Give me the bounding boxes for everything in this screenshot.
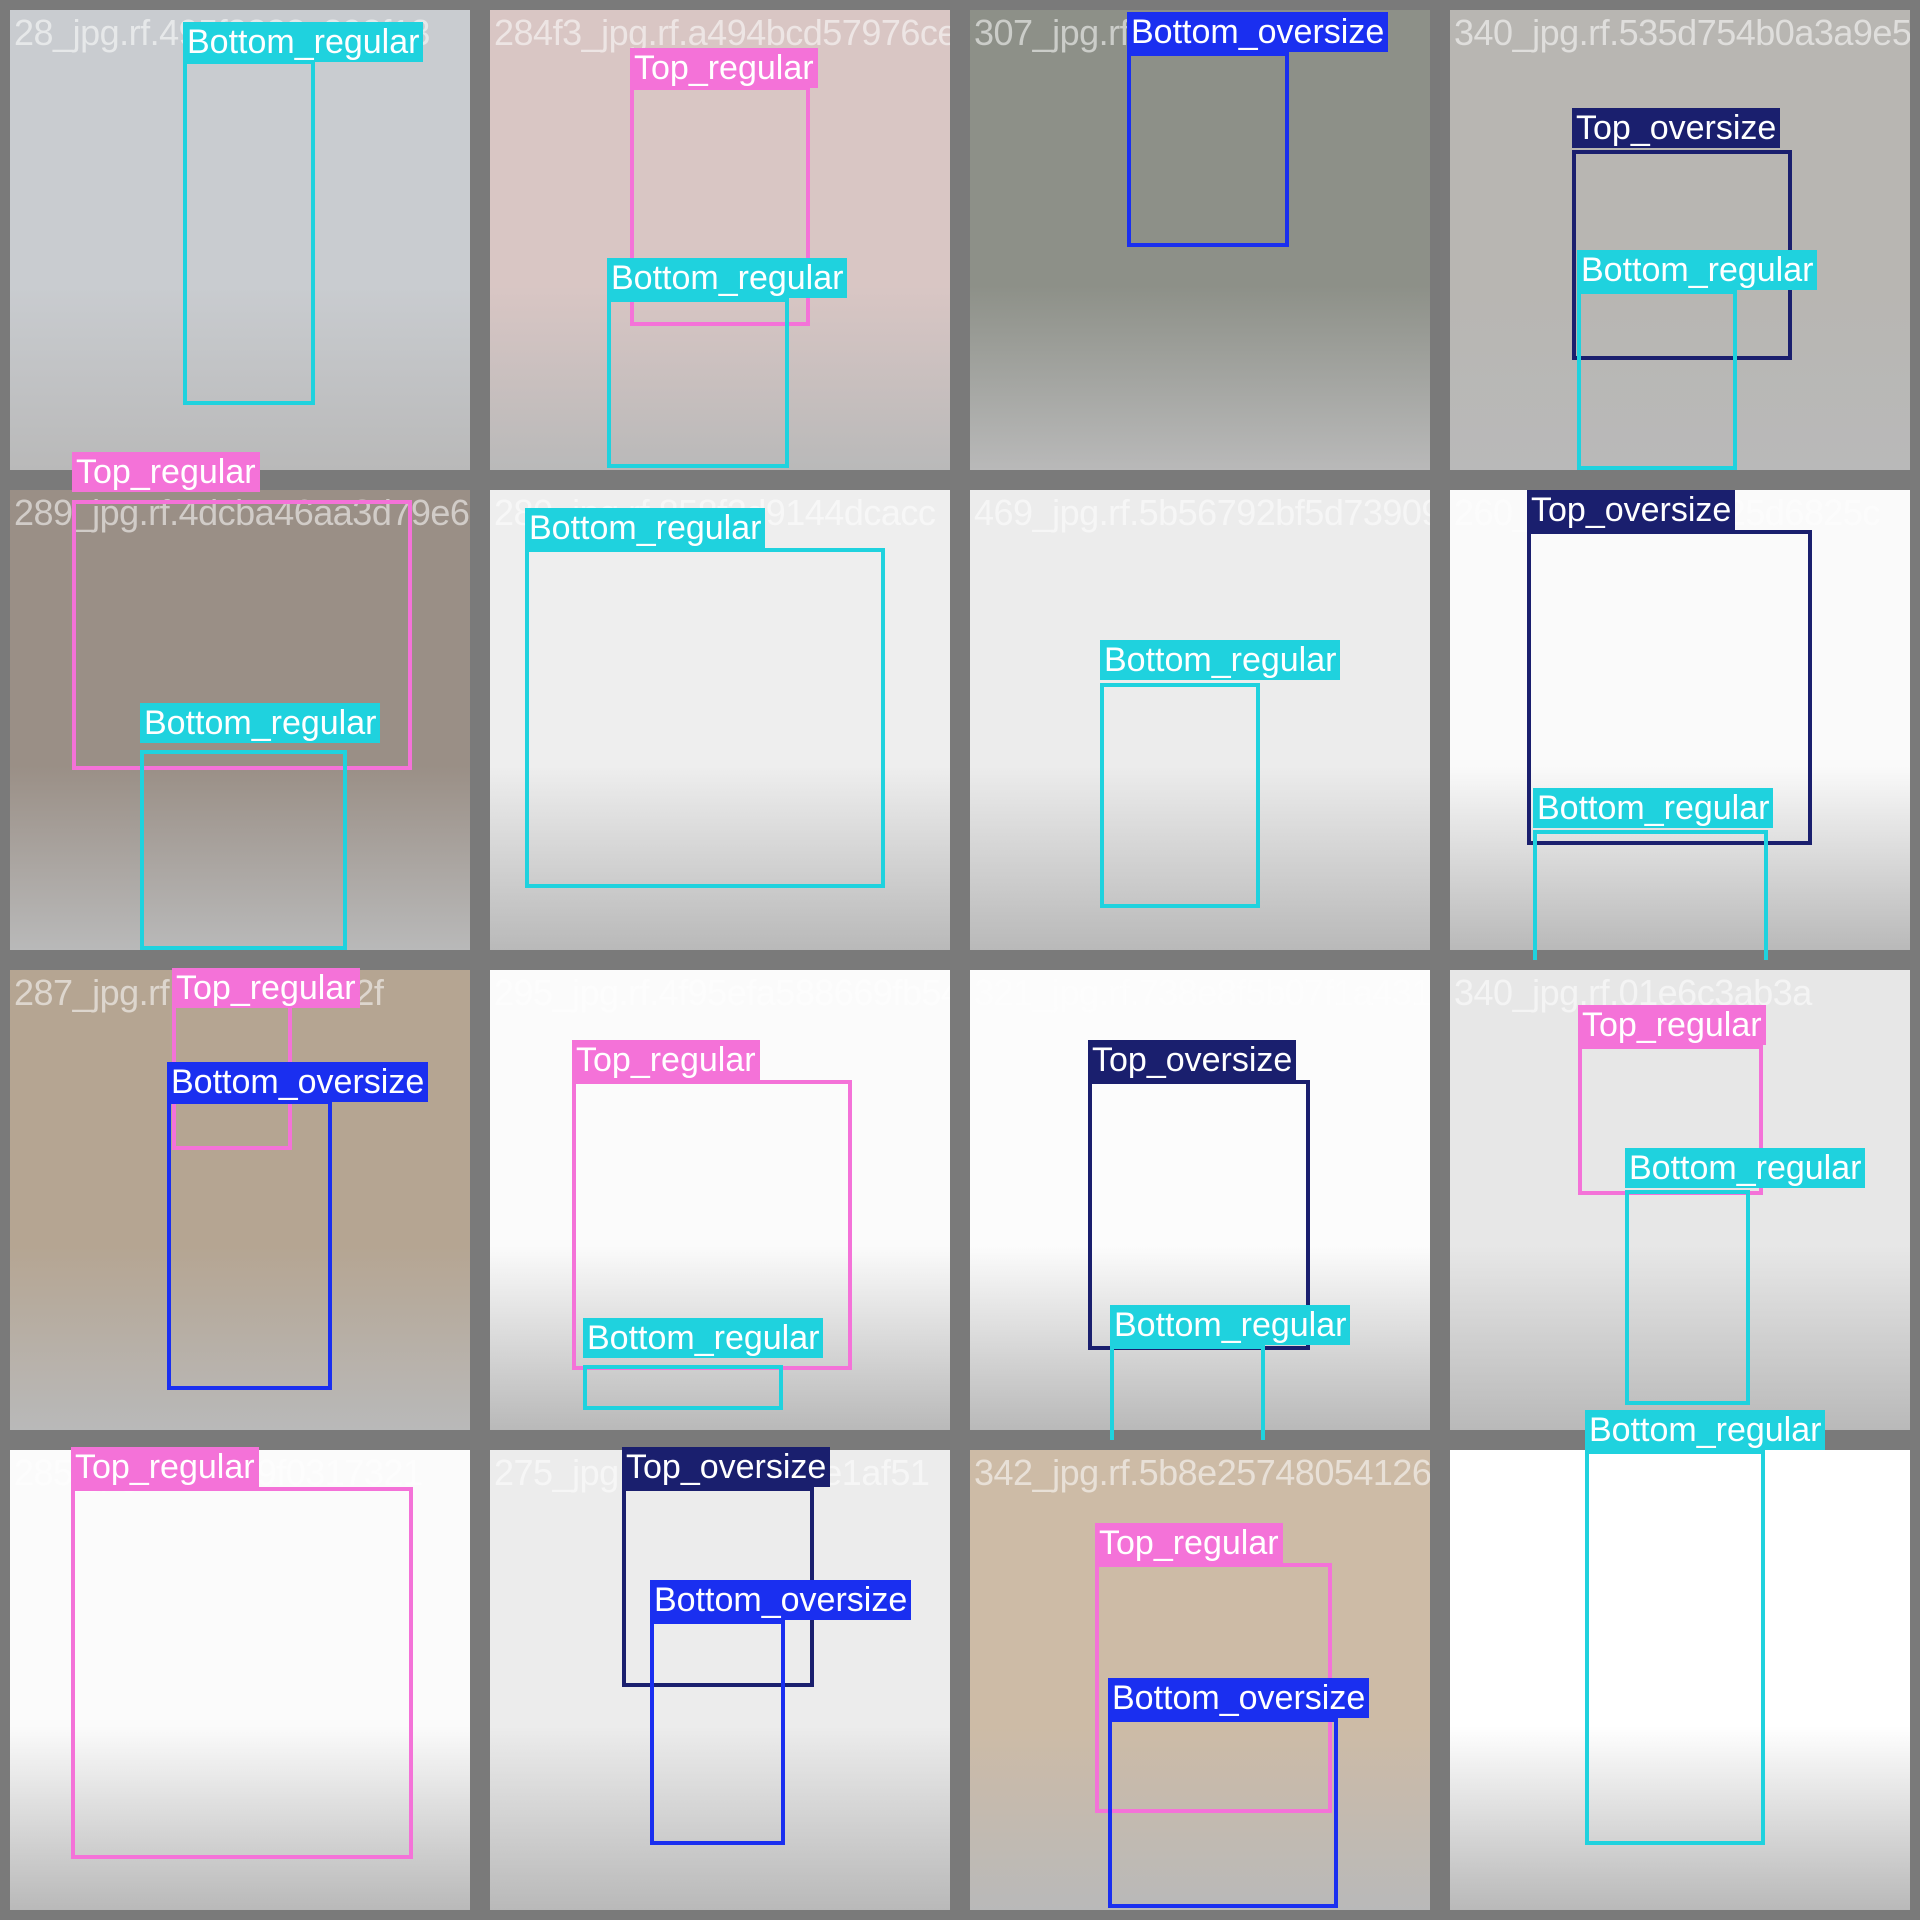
class-label: Top_oversize xyxy=(622,1447,831,1487)
class-label: Top_regular xyxy=(1578,1005,1766,1045)
class-label: Bottom_regular xyxy=(1585,1410,1826,1450)
image-filename: 342_jpg.rf.5b8e25748054126 xyxy=(974,1452,1432,1493)
class-label: Bottom_regular xyxy=(183,22,424,62)
class-label: Top_regular xyxy=(72,452,260,492)
class-label: Top_regular xyxy=(572,1040,760,1080)
bounding-box-bottom-regular xyxy=(1625,1190,1750,1405)
class-label: Top_oversize xyxy=(1088,1040,1297,1080)
bounding-box-bottom-regular xyxy=(583,1365,783,1410)
bounding-box-bottom-oversize xyxy=(650,1620,785,1845)
class-label: Bottom_regular xyxy=(583,1318,824,1358)
class-label: Top_oversize xyxy=(1527,490,1736,530)
class-label: Bottom_regular xyxy=(525,508,766,548)
class-label: Bottom_oversize xyxy=(167,1062,429,1102)
class-label: Top_regular xyxy=(1095,1523,1283,1563)
class-label: Bottom_regular xyxy=(1110,1305,1351,1345)
bounding-box-bottom-regular xyxy=(1577,290,1737,470)
bounding-box-bottom-regular xyxy=(1100,683,1260,908)
bounding-box-bottom-oversize xyxy=(1108,1718,1338,1908)
class-label: Bottom_oversize xyxy=(650,1580,912,1620)
class-label: Top_regular xyxy=(630,48,818,88)
class-label: Bottom_regular xyxy=(1625,1148,1866,1188)
image-filename: 340_jpg.rf.535d754b0a3a9e5 xyxy=(1454,12,1912,53)
bounding-box-bottom-regular xyxy=(140,750,347,950)
class-label: Bottom_regular xyxy=(1577,250,1818,290)
detection-mosaic: 28_jpg.rf.495f3888c392f13Bottom_regular2… xyxy=(0,0,1920,1920)
bounding-box-top-regular xyxy=(71,1487,413,1859)
image-filename: 295_jpg.rf.4f95efa588669fb54 xyxy=(494,972,960,1013)
bounding-box-bottom-regular xyxy=(1585,1450,1765,1845)
image-filename: 469_jpg.rf.5b56792bf5d73909 xyxy=(974,492,1440,533)
bounding-box-bottom-oversize xyxy=(167,1100,332,1390)
bounding-box-bottom-oversize xyxy=(1127,52,1289,247)
class-label: Top_regular xyxy=(172,968,360,1008)
class-label: Bottom_regular xyxy=(607,258,848,298)
bounding-box-bottom-regular xyxy=(525,548,885,888)
class-label: Top_oversize xyxy=(1572,108,1781,148)
class-label: Bottom_oversize xyxy=(1127,12,1389,52)
class-label: Bottom_regular xyxy=(140,703,381,743)
bounding-box-bottom-regular xyxy=(607,298,789,468)
class-label: Bottom_oversize xyxy=(1108,1678,1370,1718)
class-label: Top_regular xyxy=(71,1447,259,1487)
image-filename: 321_jpg.rf.738e8f5b07f1a431 xyxy=(974,972,1431,1013)
class-label: Bottom_regular xyxy=(1533,788,1774,828)
bounding-box-bottom-regular xyxy=(183,60,315,405)
class-label: Bottom_regular xyxy=(1100,640,1341,680)
